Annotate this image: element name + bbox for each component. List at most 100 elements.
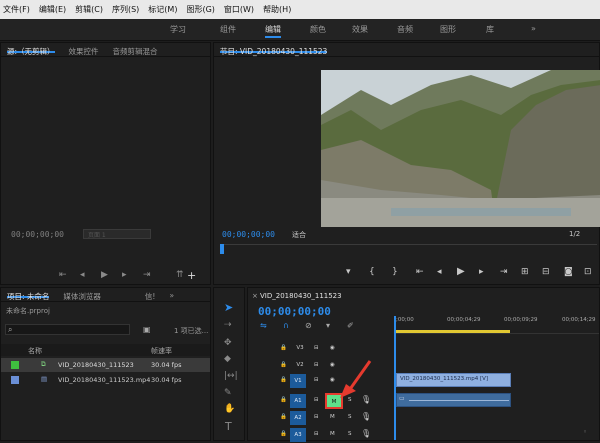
step-forward-icon[interactable]: ▸ [479,267,484,277]
tab-audio-mixer[interactable]: 音频剪辑混合 [113,46,158,56]
solo-track-button[interactable]: S [348,414,352,420]
lock-icon[interactable]: 🔒 [280,397,287,403]
new-bin-icon[interactable]: ▣ [143,325,151,334]
add-button-icon[interactable]: + [187,269,196,282]
add-marker-icon[interactable]: ▾ [326,321,330,330]
sync-lock-icon[interactable]: ⊟ [314,345,319,351]
selection-tool-icon[interactable]: ➤ [224,301,233,314]
audio-clip[interactable]: ▭ [396,393,511,407]
menu-clip[interactable]: 剪辑(C) [75,4,103,15]
track-label[interactable]: A1 [290,394,306,408]
mark-in-icon[interactable]: { [369,267,375,277]
eye-icon[interactable]: ◉ [330,345,335,351]
time-ruler[interactable]: ;00;00 00;00;04;29 00;00;09;29 00;00;14;… [394,316,599,334]
timeline-timecode[interactable]: 00;00;00;00 [258,305,331,318]
step-back-icon[interactable]: ◂ [437,267,442,277]
work-area-bar[interactable] [394,330,510,333]
play-icon[interactable]: ▶ [101,270,108,280]
workspace-editing[interactable]: 编辑 [265,24,281,38]
go-out-icon[interactable]: ⇥ [143,270,151,280]
workspace-libraries[interactable]: 库 [486,24,494,35]
solo-track-button[interactable]: S [348,431,352,437]
workspace-assembly[interactable]: 组件 [220,24,236,35]
menu-file[interactable]: 文件(F) [3,4,30,15]
step-back-icon[interactable]: ◂ [80,270,85,280]
resolution-dropdown[interactable]: 1/2 [569,230,580,238]
menu-graphics[interactable]: 图形(G) [186,4,214,15]
lock-icon[interactable]: 🔒 [280,345,287,351]
play-icon[interactable]: ▶ [457,266,465,277]
sync-lock-icon[interactable]: ⊟ [314,414,319,420]
razor-tool-icon[interactable]: ◆ [224,354,231,364]
program-timecode[interactable]: 00;00;00;00 [222,230,275,239]
track-select-tool-icon[interactable]: ⇢ [224,320,232,330]
microphone-icon[interactable]: 🎙 [361,429,371,438]
nest-toggle-icon[interactable]: ⇋ [260,321,267,330]
workspace-graphics[interactable]: 图形 [440,24,456,35]
col-name[interactable]: 名称 [28,346,42,356]
pen-tool-icon[interactable]: ✎ [224,388,232,398]
slip-tool-icon[interactable]: |↔| [224,371,238,381]
panel-more[interactable]: » [169,291,174,300]
source-timecode[interactable]: 00;00;00;00 [11,230,64,239]
sync-lock-icon[interactable]: ⊟ [314,397,319,403]
snap-icon[interactable]: ∩ [283,321,289,330]
track-scroll-icon[interactable]: ◦ [583,428,587,436]
hand-tool-icon[interactable]: ✋ [224,404,235,414]
camera-icon[interactable]: ◙ [564,267,573,277]
sync-lock-icon[interactable]: ⊟ [314,362,319,368]
mark-out-icon[interactable]: } [392,267,398,277]
ripple-edit-tool-icon[interactable]: ✥ [224,338,232,348]
extract-icon[interactable]: ⊟ [542,267,550,277]
mark-in-icon[interactable]: ⇤ [59,270,67,280]
list-item[interactable]: ⧉ VID_20180430_111523 30.04 fps [1,358,210,372]
settings-wrench-icon[interactable]: ✐ [347,321,354,330]
source-page-field[interactable]: 页面 1 [83,229,151,239]
workspace-color[interactable]: 颜色 [310,24,326,35]
track-label[interactable]: A3 [290,428,306,442]
tab-source[interactable]: 源:（无剪辑） [7,46,55,56]
menu-sequence[interactable]: 序列(S) [112,4,139,15]
lift-icon[interactable]: ⊞ [521,267,529,277]
lock-icon[interactable]: 🔒 [280,414,287,420]
video-clip[interactable]: VID_20180430_111523.mp4 [V] [396,373,511,387]
lock-icon[interactable]: 🔒 [280,362,287,368]
microphone-icon[interactable]: 🎙 [361,412,371,421]
track-label[interactable]: V2 [294,362,306,368]
tab-effect-controls[interactable]: 效果控件 [69,46,99,56]
workspace-more[interactable]: » [531,24,536,33]
track-label[interactable]: V1 [290,374,306,388]
button-editor-icon[interactable]: ⊡ [584,267,592,277]
workspace-effects[interactable]: 效果 [352,24,368,35]
type-tool-icon[interactable]: T [225,420,232,433]
go-to-in-icon[interactable]: ⇤ [416,267,424,277]
workspace-learn[interactable]: 学习 [170,24,186,35]
menu-window[interactable]: 窗口(W) [224,4,254,15]
export-frame-icon[interactable]: ⇈ [176,270,184,280]
add-marker-icon[interactable]: ▾ [346,267,351,277]
lock-icon[interactable]: 🔒 [280,431,287,437]
playhead-marker[interactable] [220,244,224,254]
track-label[interactable]: V3 [294,345,306,351]
sync-lock-icon[interactable]: ⊟ [314,377,319,383]
menu-edit[interactable]: 编辑(E) [39,4,66,15]
lock-icon[interactable]: 🔒 [280,377,287,383]
track-label[interactable]: A2 [290,411,306,425]
menu-marker[interactable]: 标记(M) [148,4,177,15]
workspace-audio[interactable]: 音频 [397,24,413,35]
program-scrubber[interactable] [220,244,597,254]
project-search-input[interactable]: ⌕ [5,324,130,335]
step-forward-icon[interactable]: ▸ [122,270,127,280]
menu-help[interactable]: 帮助(H) [263,4,291,15]
go-to-out-icon[interactable]: ⇥ [500,267,508,277]
tab-media-browser[interactable]: 媒体浏览器 [63,291,101,301]
fit-dropdown[interactable]: 适合 [292,230,306,240]
tab-project[interactable]: 项目: 未命名 [7,291,50,301]
tab-sequence[interactable]: VID_20180430_111523 [260,292,342,300]
col-framerate[interactable]: 帧速率 [151,346,172,356]
mute-track-button[interactable]: M [330,431,335,437]
mute-track-button[interactable]: M [330,414,335,420]
sync-lock-icon[interactable]: ⊟ [314,431,319,437]
close-icon[interactable]: × [252,292,258,300]
tab-info[interactable]: 信! [145,291,156,301]
